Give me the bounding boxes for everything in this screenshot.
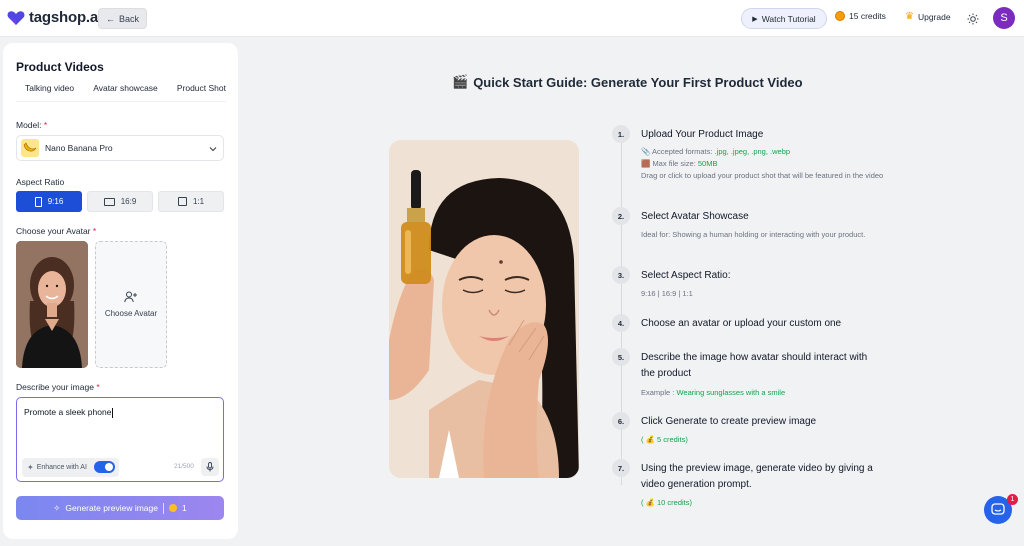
step-title: Using the preview image, generate video … bbox=[641, 463, 873, 490]
hero-product-image bbox=[389, 140, 579, 478]
step-title: Select Aspect Ratio: bbox=[641, 270, 731, 281]
square-icon bbox=[177, 197, 187, 206]
accepted-formats: 📎 Accepted formats: .jpg, .jpeg, .png, .… bbox=[641, 147, 791, 156]
generate-preview-button[interactable]: ✧ Generate preview image 1 bbox=[16, 496, 224, 520]
back-button[interactable]: ← Back bbox=[98, 8, 147, 29]
user-avatar[interactable]: S bbox=[993, 7, 1015, 29]
arrow-left-icon: ← bbox=[105, 13, 115, 24]
upgrade-button[interactable]: ♛ Upgrade bbox=[905, 11, 951, 22]
aspect-1-1-label: 1:1 bbox=[192, 197, 205, 206]
step-number: 4. bbox=[612, 314, 630, 332]
sparkles-icon: ✧ bbox=[53, 502, 61, 513]
describe-image-label: Describe your image * bbox=[16, 382, 100, 392]
aspect-ratio-options: 9:16 16:9 1:1 bbox=[16, 191, 224, 212]
upgrade-label: Upgrade bbox=[917, 11, 951, 22]
coin-icon bbox=[835, 11, 845, 21]
enhance-with-ai-toggle[interactable]: ✦ Enhance with AI bbox=[22, 458, 119, 477]
play-icon: ▶ bbox=[752, 15, 758, 23]
model-select[interactable]: Nano Banana Pro bbox=[16, 135, 224, 161]
choose-avatar-button[interactable]: Choose Avatar bbox=[95, 241, 167, 368]
choose-avatar-label: Choose your Avatar * bbox=[16, 226, 97, 236]
chat-notification-badge: 1 bbox=[1007, 494, 1018, 505]
logo-text: tagshop.ai bbox=[29, 9, 103, 26]
step-title: Select Avatar Showcase bbox=[641, 211, 749, 222]
step-desc: 9:16 | 16:9 | 1:1 bbox=[641, 289, 693, 298]
crown-icon: ♛ bbox=[905, 11, 914, 22]
step-6: 6. Click Generate to create preview imag… bbox=[612, 412, 892, 448]
top-bar: tagshop.ai ← Back ▶ Watch Tutorial 15 cr… bbox=[0, 0, 1024, 37]
step-number: 3. bbox=[612, 266, 630, 284]
back-label: Back bbox=[118, 13, 139, 24]
aspect-9-16-label: 9:16 bbox=[47, 197, 64, 206]
step-4: 4. Choose an avatar or upload your custo… bbox=[612, 314, 892, 338]
tab-avatar-showcase[interactable]: Avatar showcase bbox=[93, 83, 158, 93]
step-number: 7. bbox=[612, 459, 630, 477]
woman-serum-image bbox=[389, 140, 579, 478]
step-example: Example : Wearing sunglasses with a smil… bbox=[641, 388, 786, 397]
aspect-9-16-button[interactable]: 9:16 bbox=[16, 191, 82, 212]
landscape-rect-icon bbox=[103, 197, 115, 206]
step-credits: ( 💰 10 credits) bbox=[641, 498, 693, 507]
chevron-down-icon bbox=[209, 144, 217, 154]
product-videos-panel: Product Videos Talking video Avatar show… bbox=[3, 43, 238, 539]
step-1: 1. Upload Your Product Image 📎 Accepted … bbox=[612, 125, 892, 195]
guide-title-text: Quick Start Guide: Generate Your First P… bbox=[473, 74, 803, 90]
aspect-ratio-label: Aspect Ratio bbox=[16, 177, 65, 187]
clapperboard-icon: 🎬 bbox=[452, 74, 469, 89]
step-credits: ( 💰 5 credits) bbox=[641, 435, 688, 444]
aspect-16-9-label: 16:9 bbox=[120, 197, 137, 206]
sun-icon[interactable] bbox=[967, 12, 979, 30]
prompt-textarea[interactable]: Promote a sleek phone ✦ Enhance with AI … bbox=[16, 397, 224, 482]
avatar-woman-image bbox=[16, 241, 88, 368]
step-number: 1. bbox=[612, 125, 630, 143]
step-3: 3. Select Aspect Ratio: 9:16 | 16:9 | 1:… bbox=[612, 266, 892, 306]
step-title: Click Generate to create preview image bbox=[641, 416, 817, 427]
watch-tutorial-label: Watch Tutorial bbox=[761, 13, 816, 24]
banana-icon bbox=[21, 139, 39, 157]
step-7: 7. Using the preview image, generate vid… bbox=[612, 459, 892, 511]
logo[interactable]: tagshop.ai bbox=[7, 9, 102, 26]
enhance-switch[interactable] bbox=[94, 461, 115, 473]
step-2: 2. Select Avatar Showcase Ideal for: Sho… bbox=[612, 207, 892, 257]
aspect-16-9-button[interactable]: 16:9 bbox=[87, 191, 153, 212]
model-value: Nano Banana Pro bbox=[45, 143, 113, 153]
step-title: Upload Your Product Image bbox=[641, 129, 764, 140]
step-number: 6. bbox=[612, 412, 630, 430]
guide-title: 🎬 Quick Start Guide: Generate Your First… bbox=[452, 74, 803, 90]
char-counter: 21/500 bbox=[174, 463, 194, 470]
step-title: Choose an avatar or upload your custom o… bbox=[641, 318, 842, 329]
tab-product-shot[interactable]: Product Shot bbox=[177, 83, 226, 93]
step-title: Describe the image how avatar should int… bbox=[641, 352, 868, 379]
sparkle-icon: ✦ bbox=[27, 463, 34, 472]
portrait-rect-icon bbox=[34, 196, 42, 207]
credits-indicator[interactable]: 15 credits bbox=[835, 11, 886, 21]
video-type-tabs: Talking video Avatar showcase Product Sh… bbox=[16, 83, 226, 93]
heart-logo-icon bbox=[7, 10, 25, 25]
avatar-option[interactable] bbox=[16, 241, 88, 368]
user-plus-icon bbox=[124, 291, 137, 303]
step-desc: Drag or click to upload your product sho… bbox=[641, 171, 884, 180]
prompt-text: Promote a sleek phone bbox=[24, 407, 114, 418]
chat-bubble-icon bbox=[991, 503, 1005, 515]
microphone-icon[interactable] bbox=[201, 458, 219, 476]
coin-icon bbox=[169, 504, 177, 512]
model-label: Model: * bbox=[16, 120, 48, 130]
tab-divider bbox=[16, 101, 226, 102]
max-file-size: 🟫 Max file size: 50MB bbox=[641, 159, 718, 168]
watch-tutorial-button[interactable]: ▶ Watch Tutorial bbox=[741, 8, 827, 29]
step-number: 5. bbox=[612, 348, 630, 366]
step-desc: Ideal for: Showing a human holding or in… bbox=[641, 230, 866, 239]
tab-talking-video[interactable]: Talking video bbox=[16, 83, 74, 93]
panel-title: Product Videos bbox=[16, 60, 104, 74]
choose-avatar-text: Choose Avatar bbox=[104, 309, 158, 318]
aspect-1-1-button[interactable]: 1:1 bbox=[158, 191, 224, 212]
enhance-label: Enhance with AI bbox=[36, 464, 87, 471]
step-number: 2. bbox=[612, 207, 630, 225]
generate-divider bbox=[163, 502, 164, 514]
credits-label: 15 credits bbox=[849, 11, 886, 21]
step-5: 5. Describe the image how avatar should … bbox=[612, 348, 892, 404]
generate-cost: 1 bbox=[182, 503, 187, 513]
generate-label: Generate preview image bbox=[65, 503, 158, 513]
